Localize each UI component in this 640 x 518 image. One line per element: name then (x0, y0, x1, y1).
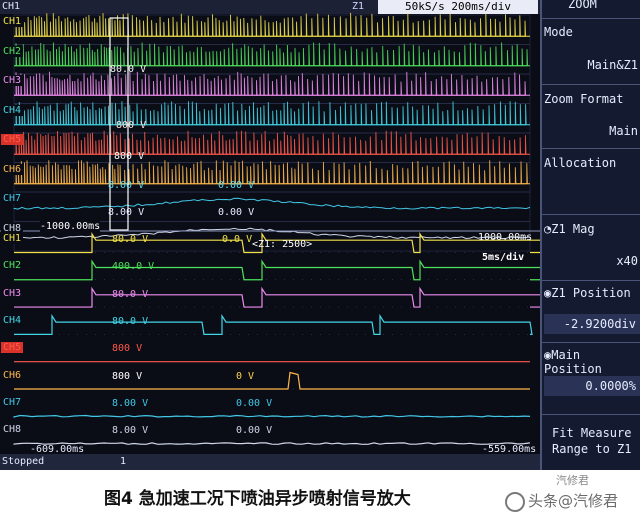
ch7-zero-label: 0.00 V (218, 180, 255, 191)
main-channel-label[interactable]: CH1 (1, 16, 24, 27)
waveform-area: CH1 CH2 CH3 CH4 CH5 CH6 CH7 CH8 CH1 80.0 V 0.0 V C… (0, 0, 540, 470)
main-channel-label[interactable]: CH2 (1, 45, 24, 57)
main-waveform-ch3 (14, 71, 527, 96)
ch8-zero-label: 0.00 V (218, 207, 255, 218)
watermark: 头条@汽修君 (505, 490, 618, 512)
zoom-scale-label: 80.0 V (112, 315, 149, 327)
main-channel-label[interactable]: CH6 (1, 163, 24, 175)
zoom-channel-label[interactable]: CH4 (1, 314, 24, 326)
zoom-channel-label[interactable]: CH2 (1, 260, 24, 272)
watermark-top: 汽修君 (556, 474, 589, 487)
zoom-waveform-ch2 (14, 259, 540, 281)
main-strip-frame (13, 162, 531, 193)
zoom-scale-label: 8.00 V (112, 425, 149, 437)
zoom-channel-label[interactable]: CH1 (1, 233, 24, 244)
oscilloscope-screen: CH1 Z1 50kS/s 200ms/div CH1 CH2 CH3 CH4 CH5 C… (0, 0, 640, 470)
main-waveform-ch6 (14, 160, 528, 185)
zoom-waveform-ch6 (14, 371, 530, 390)
zoom-zero-label: 0.00 V (236, 425, 273, 437)
zoom-scale-label: 800 V (112, 343, 143, 355)
z1-position-box[interactable]: -2.9200div (544, 314, 640, 334)
zoom-scale-label: 8.00 V (112, 397, 149, 409)
zoom-channel-label[interactable]: CH6 (1, 369, 24, 381)
zoom-scale-label: 400.0 V (112, 261, 155, 273)
main-strip-frame (13, 132, 531, 163)
main-channel-label[interactable]: CH8 (1, 222, 24, 234)
main-waveform-ch1 (14, 12, 527, 37)
main-channel-label[interactable]: CH3 (1, 75, 24, 86)
zoom-channel-label[interactable]: CH8 (1, 424, 24, 436)
zoom-zero-label: 0.00 V (236, 397, 273, 409)
watermark-logo-icon (505, 491, 525, 512)
main-waveform-ch7 (13, 197, 531, 210)
main-waveform-ch5 (14, 130, 527, 155)
main-position-label: ◉Main Position (544, 348, 602, 376)
zoom-format-value[interactable]: Main (609, 124, 638, 138)
zoom-waveform-ch8 (13, 442, 531, 445)
zoom-settings-panel: ZOOM Mode Main&Z1 Zoom Format Main Alloc… (540, 0, 640, 470)
main-waveform-ch2 (14, 42, 529, 67)
acquisition-state: Stopped (2, 456, 45, 467)
main-channel-label[interactable]: CH4 (1, 104, 24, 116)
zoom-waveform-ch7 (13, 414, 531, 418)
figure-caption: 图4 急加速工况下喷油异步喷射信号放大 (104, 489, 411, 509)
zoom-waveform-ch3 (14, 286, 540, 308)
fit-measure-label[interactable]: Fit Measure (552, 426, 640, 440)
zoom-timebase-label: 5ms/div (482, 252, 525, 263)
main-position-value[interactable]: 0.0000% (585, 379, 636, 393)
z1-position-tag: <Z1: 2500> (252, 239, 313, 250)
ch6-scale-label: 800 V (114, 151, 145, 162)
z1-mag-label: ◔Z1 Mag (544, 222, 595, 236)
zoom-scale-label: 80.0 V (112, 288, 149, 300)
main-position-box[interactable]: 0.0000% (544, 376, 640, 396)
mode-value[interactable]: Main&Z1 (587, 58, 638, 72)
cursor-marker: 1 (120, 456, 127, 467)
ch7-scale-label: 8.00 V (108, 180, 145, 191)
main-channel-label[interactable]: CH5 (1, 134, 24, 145)
zoom-menu-header: ZOOM (568, 0, 597, 11)
allocation-button[interactable]: Allocation (544, 156, 640, 170)
main-time-left: -1000.00ms (40, 221, 101, 232)
status-bar: Stopped 1 (0, 454, 542, 470)
ch3-scale-label: 80.0 V (110, 64, 147, 75)
ch5-scale-label: 800 V (116, 120, 147, 131)
zoom-channel-label[interactable]: CH3 (1, 287, 24, 299)
zoom-format-label: Zoom Format (544, 92, 624, 106)
zoom-channel-label[interactable]: CH7 (1, 396, 24, 408)
zoom-scale-label: 80.0 V (112, 234, 149, 245)
main-strip-frame (13, 14, 531, 45)
ch8-scale-label: 8.00 V (108, 207, 145, 218)
z1-mag-value[interactable]: x40 (616, 254, 638, 268)
z1-position-value[interactable]: -2.9200div (564, 317, 636, 331)
main-channel-label[interactable]: CH7 (1, 193, 24, 204)
main-waveform-ch4 (14, 101, 527, 126)
zoom-channel-label[interactable]: CH5 (1, 342, 24, 354)
zoom-zero-label: 0 V (236, 370, 255, 382)
zoom-waveform-ch4 (14, 313, 533, 335)
zoom-zero-label: 0.0 V (222, 234, 253, 245)
mode-label: Mode (544, 25, 573, 39)
main-time-right: 1000.00ms (478, 232, 533, 243)
z1-position-label: ◉Z1 Position (544, 286, 631, 300)
main-strip-frame (13, 44, 531, 75)
range-to-z1-label[interactable]: Range to Z1 (552, 442, 640, 456)
zoom-scale-label: 800 V (112, 370, 143, 382)
